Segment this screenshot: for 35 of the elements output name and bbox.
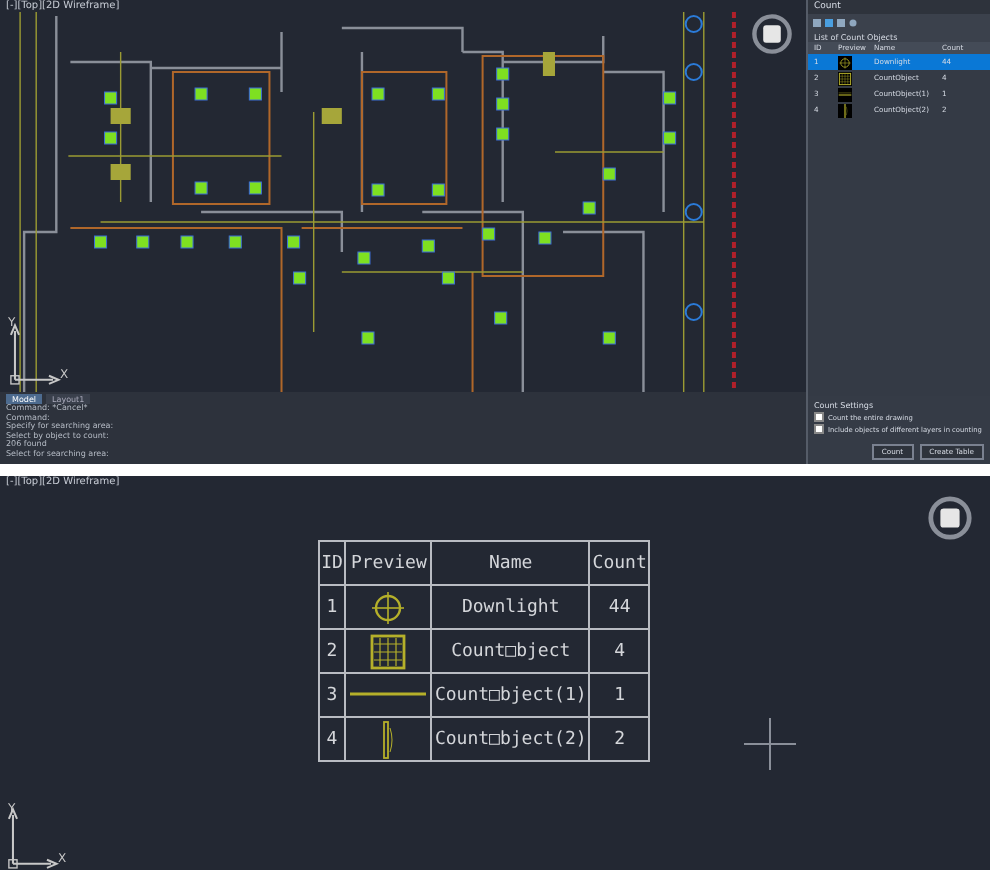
table-cell: 4	[589, 629, 650, 673]
table-cell: 44	[589, 585, 650, 629]
grid-symbol-icon	[368, 631, 409, 671]
table-header-cell: ID	[318, 541, 346, 585]
checkbox[interactable]	[814, 424, 824, 434]
table-cell: 4	[318, 717, 346, 761]
coordinate-axes-icon	[6, 320, 62, 388]
table-cell: Count□bject	[431, 629, 590, 673]
table-cell: Count□bject(1)	[431, 673, 590, 717]
line-symbol-icon	[838, 87, 852, 101]
circle-symbol-icon	[368, 587, 409, 627]
table-cell: Downlight	[431, 585, 590, 629]
table-cell: 1	[589, 673, 650, 717]
vertical-line-symbol-icon	[838, 103, 852, 117]
table-header-cell: Name	[431, 541, 590, 585]
table-cell: 3	[318, 673, 346, 717]
table-cell: Count□bject(2)	[431, 717, 590, 761]
navigation-cube-icon[interactable]	[926, 494, 974, 542]
select-icon[interactable]	[824, 18, 834, 28]
table-cell: 2	[318, 629, 346, 673]
grid-symbol-icon	[838, 71, 852, 85]
circle-symbol-icon	[838, 55, 852, 69]
table-cell: 2	[589, 717, 650, 761]
line-symbol-icon	[348, 692, 429, 697]
checkbox[interactable]	[814, 412, 824, 422]
crosshair-cursor-icon	[744, 718, 796, 770]
coordinate-axes-icon	[4, 804, 60, 870]
list-icon[interactable]	[812, 18, 822, 28]
table-header-cell: Count	[589, 541, 650, 585]
table-header-cell: Preview	[345, 541, 432, 585]
navigation-cube-icon[interactable]	[750, 12, 794, 56]
table-icon[interactable]	[836, 18, 846, 28]
vertical-line-symbol-icon	[381, 719, 396, 759]
table-cell: 1	[318, 585, 346, 629]
settings-icon[interactable]	[848, 18, 858, 28]
